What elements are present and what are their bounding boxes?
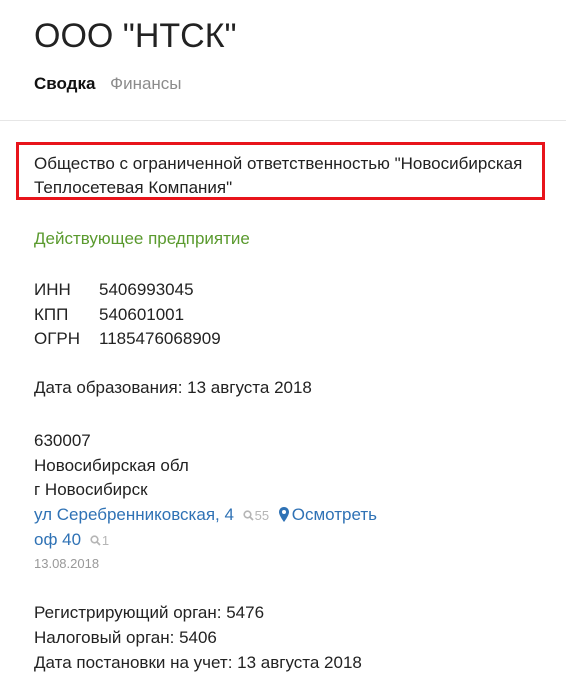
tab-finance[interactable]: Финансы [110, 73, 181, 95]
code-row-ogrn: ОГРН 1185476068909 [34, 327, 221, 352]
company-full-name: Общество с ограниченной ответственностью… [34, 152, 554, 200]
company-status: Действующее предприятие [34, 229, 250, 248]
search-icon [243, 510, 254, 521]
map-pin-icon [278, 507, 289, 522]
address-street-row: ул Серебренниковская, 4 55 Осмотреть [34, 503, 377, 529]
registering-body: Регистрирующий орган: 5476 [34, 603, 265, 622]
map-link[interactable]: Осмотреть [278, 505, 378, 524]
street-link[interactable]: ул Серебренниковская, 4 [34, 505, 234, 524]
tax-body: Налоговый орган: 5406 [34, 628, 217, 647]
company-full-name-line2: Теплосетевая Компания" [34, 178, 233, 197]
address-region: Новосибирская обл [34, 456, 189, 475]
page-title: ООО "НТСК" [34, 17, 237, 55]
tax-registration-date: Дата постановки на учет: 13 августа 2018 [34, 653, 362, 672]
code-value: 540601001 [99, 304, 185, 324]
code-label: КПП [34, 304, 69, 324]
company-codes: ИНН 5406993045 КПП 540601001 ОГРН 118547606… [34, 278, 221, 352]
code-value: 5406993045 [99, 280, 194, 299]
code-label: ИНН [34, 280, 71, 299]
company-full-name-line1: Общество с ограниченной ответственностью… [34, 154, 523, 173]
code-value: 1185476068909 [99, 329, 221, 348]
header-divider [0, 120, 566, 121]
tab-summary[interactable]: Сводка [34, 73, 95, 95]
address-office-row: оф 40 1 [34, 528, 109, 554]
registration-date: Дата образования: 13 августа 2018 [34, 378, 312, 397]
code-row-kpp: КПП 540601001 [34, 303, 221, 328]
street-search-count[interactable]: 55 [243, 508, 273, 523]
map-link-label: Осмотреть [291, 505, 378, 524]
office-link[interactable]: оф 40 [34, 530, 81, 549]
code-row-inn: ИНН 5406993045 [34, 278, 221, 303]
address-date: 13.08.2018 [34, 556, 100, 571]
postal-code: 630007 [34, 431, 91, 450]
address-city: г Новосибирск [34, 480, 148, 499]
street-search-count-value: 55 [254, 508, 270, 523]
code-label: ОГРН [34, 329, 81, 348]
tab-bar: Сводка Финансы [34, 73, 192, 95]
office-search-count[interactable]: 1 [90, 533, 109, 548]
search-icon [90, 535, 101, 546]
office-search-count-value: 1 [101, 533, 110, 548]
